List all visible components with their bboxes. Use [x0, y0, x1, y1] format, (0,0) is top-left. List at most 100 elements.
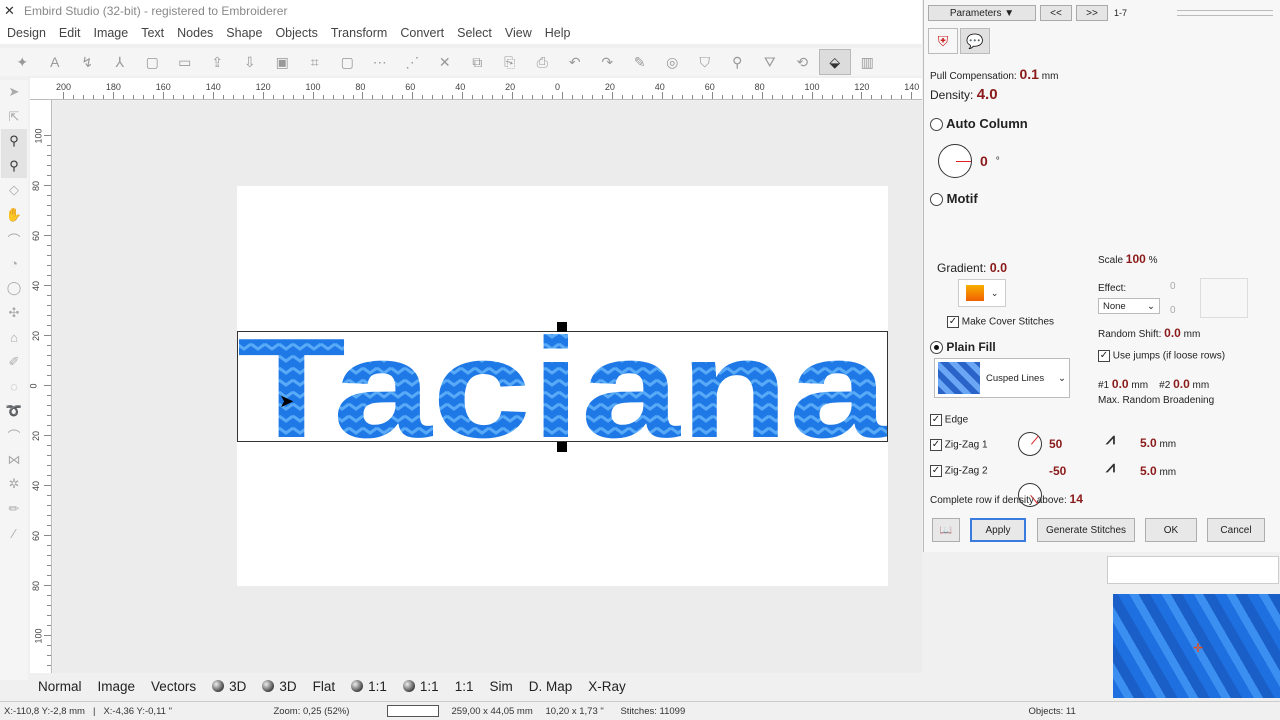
- menu-transform[interactable]: Transform: [326, 26, 396, 40]
- view-sim-button[interactable]: Sim: [481, 679, 520, 694]
- view-3d-button-a[interactable]: 3D: [204, 679, 254, 694]
- eraser-icon[interactable]: ◇: [1, 178, 27, 203]
- design-canvas[interactable]: Taciana ➤: [53, 101, 922, 673]
- paste-special-icon[interactable]: ⎙: [526, 49, 559, 75]
- n2-value[interactable]: 0.0: [1173, 377, 1190, 391]
- apply-button[interactable]: Apply: [970, 518, 1026, 542]
- menu-help[interactable]: Help: [540, 26, 579, 40]
- parameters-dropdown[interactable]: Parameters ▼: [928, 5, 1036, 21]
- selection-box[interactable]: [237, 322, 888, 452]
- spring-icon[interactable]: ➰: [1, 399, 27, 424]
- book-button[interactable]: 📖: [932, 518, 960, 542]
- view-ratio-button-c[interactable]: 1:1: [447, 679, 482, 694]
- generate-stitches-button[interactable]: Generate Stitches: [1037, 518, 1135, 542]
- cut-icon[interactable]: ✕: [429, 49, 462, 75]
- gradient-value[interactable]: 0.0: [990, 261, 1007, 275]
- new-page-icon[interactable]: ▢: [136, 49, 169, 75]
- view-vectors-button[interactable]: Vectors: [143, 679, 204, 694]
- fill-type-dropdown[interactable]: Cusped Lines ⌄: [934, 358, 1070, 398]
- text-icon[interactable]: A: [39, 49, 72, 75]
- complete-row-value[interactable]: 14: [1070, 492, 1083, 506]
- text-vertical-icon[interactable]: ⅄: [104, 49, 137, 75]
- stitch-preview-thumbnail[interactable]: ✛: [1113, 594, 1280, 698]
- view-dmap-button[interactable]: D. Map: [521, 679, 581, 694]
- view-3d-button-b[interactable]: 3D: [254, 679, 304, 694]
- lasso-icon[interactable]: ⌒: [1, 227, 27, 252]
- auto-column-radio[interactable]: [930, 118, 943, 132]
- menu-view[interactable]: View: [500, 26, 540, 40]
- rectangle-icon[interactable]: ▢: [331, 49, 364, 75]
- scale-value[interactable]: 100: [1126, 252, 1146, 266]
- hand-icon[interactable]: ✋: [1, 203, 27, 228]
- wand-icon[interactable]: ✦: [6, 49, 39, 75]
- motif-radio[interactable]: [930, 193, 943, 207]
- paste-icon[interactable]: ⎘: [494, 49, 527, 75]
- node-edit-icon[interactable]: ⇱: [1, 105, 27, 130]
- eyedropper-icon[interactable]: ⚲: [721, 49, 754, 75]
- prev-button[interactable]: <<: [1040, 5, 1072, 21]
- copy-icon[interactable]: ⧉: [461, 49, 494, 75]
- menu-edit[interactable]: Edit: [54, 26, 89, 40]
- shirt-icon[interactable]: ⛉: [689, 49, 722, 75]
- export-icon[interactable]: ⇩: [234, 49, 267, 75]
- n1-value[interactable]: 0.0: [1112, 377, 1129, 391]
- effect-select[interactable]: None ⌄: [1098, 298, 1160, 314]
- tab-speech[interactable]: 💬: [960, 28, 990, 54]
- pencil-icon[interactable]: ✏: [1, 497, 27, 522]
- zz2-checkbox[interactable]: ✓: [930, 465, 942, 477]
- angle-value[interactable]: 0: [980, 153, 988, 169]
- zoom-one-icon[interactable]: ⚲: [1, 153, 27, 178]
- zz1-dial[interactable]: [1018, 432, 1042, 456]
- text-on-path-icon[interactable]: ↯: [71, 49, 104, 75]
- menu-text[interactable]: Text: [136, 26, 172, 40]
- gradient-color-dropdown[interactable]: ⌄: [958, 279, 1006, 307]
- network-icon[interactable]: ⋈: [1, 448, 27, 473]
- menu-design[interactable]: Design: [2, 26, 54, 40]
- fill-tool-icon[interactable]: ⛛: [754, 49, 787, 75]
- zz1-len-value[interactable]: 5.0: [1140, 436, 1157, 450]
- menu-objects[interactable]: Objects: [270, 26, 325, 40]
- sidebar-icon[interactable]: ▥: [851, 49, 884, 75]
- use-jumps-checkbox[interactable]: ✓: [1098, 350, 1110, 362]
- view-image-button[interactable]: Image: [90, 679, 144, 694]
- view-normal-button[interactable]: Normal: [30, 679, 90, 694]
- pen-icon[interactable]: ✎: [624, 49, 657, 75]
- menu-select[interactable]: Select: [452, 26, 500, 40]
- puzzle-icon[interactable]: ✣: [1, 301, 27, 326]
- menu-shape[interactable]: Shape: [221, 26, 270, 40]
- tag-icon[interactable]: ⌂: [1, 325, 27, 350]
- view-ratio-button-b[interactable]: 1:1: [395, 679, 447, 694]
- pull-comp-value[interactable]: 0.1: [1020, 66, 1039, 82]
- view-flat-button[interactable]: Flat: [305, 679, 344, 694]
- angle-dial[interactable]: [938, 144, 972, 178]
- circle-icon[interactable]: ◯: [1, 276, 27, 301]
- color-fill-icon[interactable]: ⬙: [818, 49, 851, 75]
- pointer-icon[interactable]: ➤: [1, 80, 27, 105]
- panel-grip[interactable]: [1177, 10, 1273, 16]
- undo-icon[interactable]: ↶: [559, 49, 592, 75]
- eye-icon[interactable]: ◎: [656, 49, 689, 75]
- selection-handle-bottom[interactable]: [557, 442, 567, 452]
- menu-image[interactable]: Image: [88, 26, 136, 40]
- menu-convert[interactable]: Convert: [395, 26, 452, 40]
- next-button[interactable]: >>: [1076, 5, 1108, 21]
- zoom-icon[interactable]: ⚲: [1, 129, 27, 154]
- snowflake-icon[interactable]: ✲: [1, 472, 27, 497]
- tab-shield[interactable]: ⛨: [928, 28, 958, 54]
- ok-button[interactable]: OK: [1145, 518, 1197, 542]
- distribute-icon[interactable]: ⋰: [396, 49, 429, 75]
- menu-nodes[interactable]: Nodes: [172, 26, 221, 40]
- line-icon[interactable]: ⁄: [1, 521, 27, 546]
- frame-icon[interactable]: ⌗: [299, 49, 332, 75]
- make-cover-checkbox[interactable]: ✓: [947, 316, 959, 328]
- redo-icon[interactable]: ↷: [591, 49, 624, 75]
- transform-icon[interactable]: ⟲: [786, 49, 819, 75]
- open-icon[interactable]: ▭: [169, 49, 202, 75]
- density-value[interactable]: 4.0: [977, 86, 998, 103]
- zz1-checkbox[interactable]: ✓: [930, 439, 942, 451]
- curve-icon[interactable]: ⌒: [1, 423, 27, 448]
- view-xray-button[interactable]: X-Ray: [580, 679, 634, 694]
- selection-handle-top[interactable]: [557, 322, 567, 332]
- spiral-icon[interactable]: ◔: [1, 252, 27, 277]
- cancel-button[interactable]: Cancel: [1207, 518, 1265, 542]
